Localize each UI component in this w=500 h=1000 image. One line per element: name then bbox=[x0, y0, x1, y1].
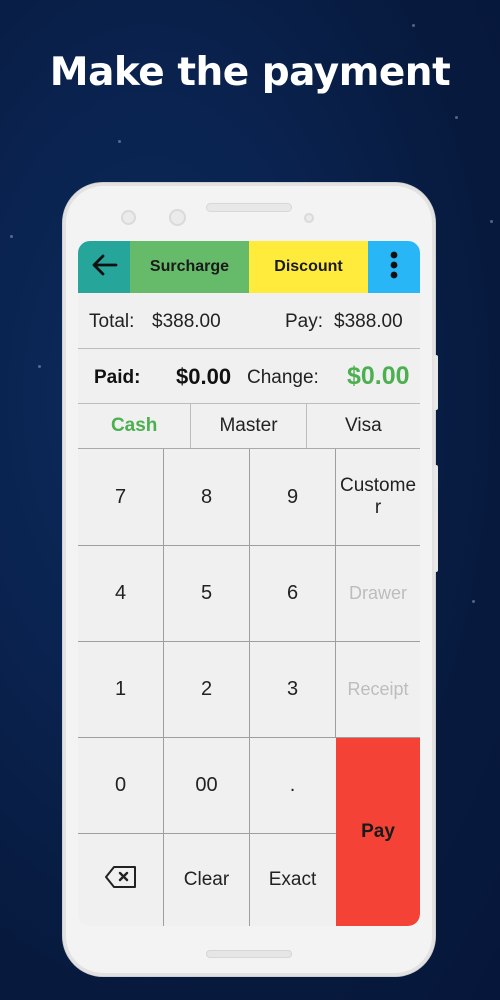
totals-row: Total: $388.00 Pay: $388.00 bbox=[78, 293, 420, 349]
key-00[interactable]: 00 bbox=[164, 738, 249, 833]
grid-divider bbox=[78, 737, 420, 738]
change-value: $0.00 bbox=[347, 362, 410, 390]
total-label: Total: bbox=[89, 311, 135, 332]
tab-cash[interactable]: Cash bbox=[78, 404, 192, 448]
headline: Make the payment bbox=[49, 50, 451, 95]
grid-divider bbox=[249, 449, 250, 926]
top-action-bar: Surcharge Discount bbox=[78, 241, 420, 293]
clear-button[interactable]: Clear bbox=[164, 834, 249, 926]
customer-button[interactable]: Custome r bbox=[336, 449, 420, 545]
grid-divider bbox=[78, 545, 420, 546]
arrow-left-icon bbox=[90, 253, 118, 282]
tab-visa[interactable]: Visa bbox=[307, 404, 420, 448]
backspace-button[interactable] bbox=[78, 834, 163, 926]
key-9[interactable]: 9 bbox=[250, 449, 335, 545]
more-vert-icon bbox=[389, 250, 399, 285]
key-4[interactable]: 4 bbox=[78, 546, 163, 641]
key-5[interactable]: 5 bbox=[164, 546, 249, 641]
key-0[interactable]: 0 bbox=[78, 738, 163, 833]
key-6[interactable]: 6 bbox=[250, 546, 335, 641]
key-2[interactable]: 2 bbox=[164, 642, 249, 737]
background-star bbox=[118, 140, 121, 143]
proximity-sensor bbox=[304, 213, 314, 223]
paid-value: $0.00 bbox=[176, 364, 232, 389]
total-value: $388.00 bbox=[152, 311, 221, 332]
drawer-button[interactable]: Drawer bbox=[336, 546, 420, 641]
grid-divider bbox=[163, 449, 164, 926]
change-label: Change: bbox=[247, 367, 319, 388]
pay-button[interactable]: Pay bbox=[336, 738, 420, 926]
background-star bbox=[472, 600, 475, 603]
grid-divider bbox=[78, 833, 336, 834]
grid-divider bbox=[78, 641, 420, 642]
pay-amount-label: Pay: bbox=[285, 311, 324, 332]
earpiece-speaker bbox=[206, 203, 292, 212]
background-star bbox=[490, 220, 493, 223]
app-screen: Surcharge Discount Total: $388.00 Pay: $… bbox=[78, 241, 420, 926]
background-star bbox=[455, 116, 458, 119]
more-options-button[interactable] bbox=[368, 241, 420, 293]
back-button[interactable] bbox=[78, 241, 130, 293]
home-indicator bbox=[206, 950, 292, 958]
grid-divider bbox=[335, 449, 336, 738]
side-button-volume bbox=[434, 355, 438, 410]
numeric-keypad: 7 8 9 Custome r 4 5 6 Drawer 1 2 3 Recei… bbox=[78, 449, 420, 926]
front-camera bbox=[121, 210, 136, 225]
payment-method-tabs: Cash Master Visa bbox=[78, 404, 420, 449]
exact-button[interactable]: Exact bbox=[250, 834, 335, 926]
discount-button[interactable]: Discount bbox=[249, 241, 368, 293]
key-1[interactable]: 1 bbox=[78, 642, 163, 737]
side-button-power bbox=[434, 465, 438, 572]
key-3[interactable]: 3 bbox=[250, 642, 335, 737]
backspace-icon bbox=[104, 865, 138, 895]
paid-label: Paid: bbox=[94, 367, 141, 388]
key-decimal[interactable]: . bbox=[250, 738, 335, 833]
background-star bbox=[38, 365, 41, 368]
surcharge-button[interactable]: Surcharge bbox=[130, 241, 249, 293]
key-8[interactable]: 8 bbox=[164, 449, 249, 545]
pay-amount-value: $388.00 bbox=[334, 311, 403, 332]
tab-master[interactable]: Master bbox=[191, 404, 307, 448]
background-star bbox=[10, 235, 13, 238]
background-star bbox=[412, 24, 415, 27]
sensor bbox=[169, 209, 186, 226]
paid-change-row: Paid: $0.00 Change: $0.00 bbox=[78, 349, 420, 404]
key-7[interactable]: 7 bbox=[78, 449, 163, 545]
receipt-button[interactable]: Receipt bbox=[336, 642, 420, 737]
